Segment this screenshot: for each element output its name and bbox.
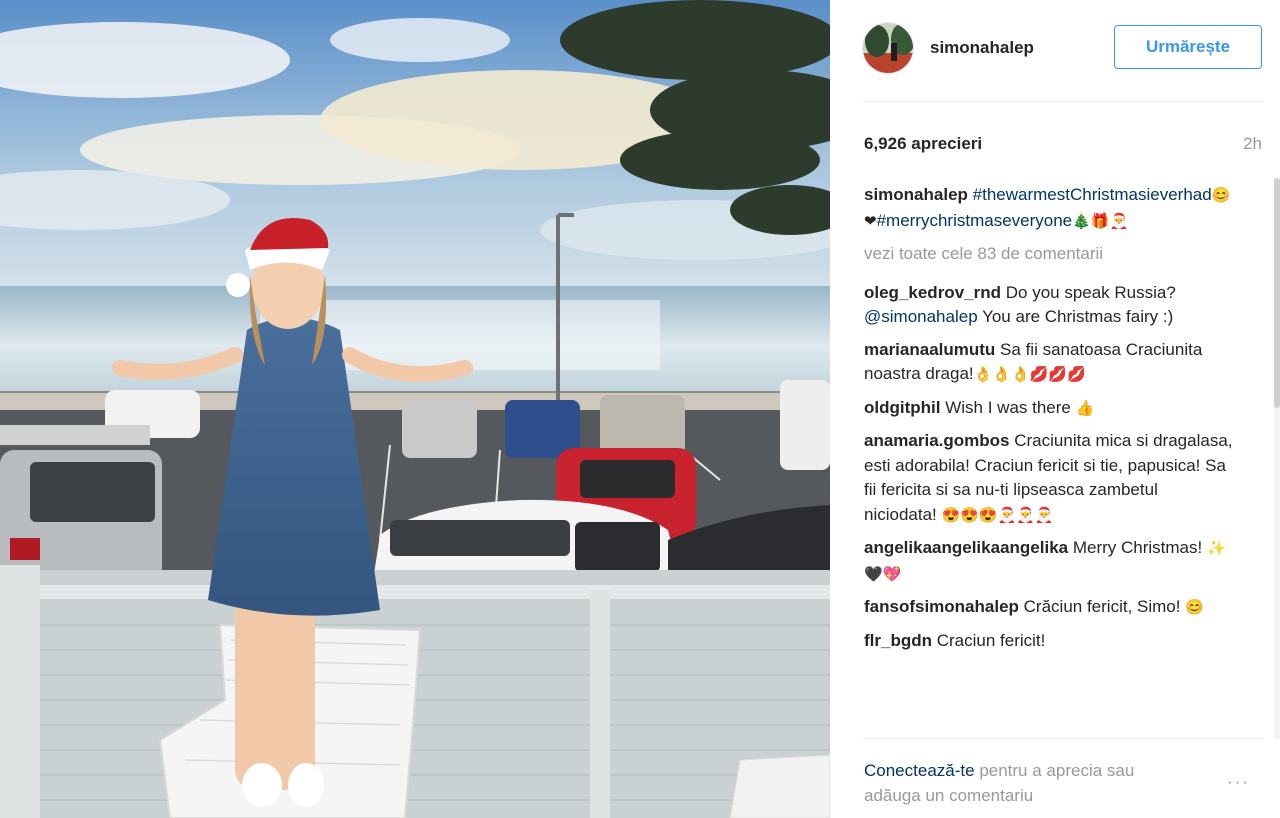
post-photo[interactable]: [0, 0, 830, 818]
comments-scrollbar-thumb[interactable]: [1274, 178, 1280, 408]
comment-text: Craciun fericit!: [936, 630, 1046, 650]
post-header: simonahalep Urmărește: [830, 0, 1280, 100]
comment-item: flr_bgdn Craciun fericit!: [864, 629, 1234, 654]
comment-username[interactable]: oldgitphil: [864, 398, 940, 417]
login-prompt: Conectează-te pentru a aprecia sau adăug…: [864, 758, 1194, 808]
post-photo-image: [0, 0, 830, 818]
caption-hashtag-2[interactable]: #merrychristmaseveryone: [877, 211, 1073, 230]
comment-emoji: 😍😍😍🎅🎅🎅: [941, 506, 1054, 524]
comment-emoji: 😊: [1185, 599, 1204, 616]
comment-text-2: You are Christmas fairy :): [982, 307, 1174, 326]
avatar-image: [863, 23, 913, 73]
comment-text: Wish I was there: [945, 397, 1071, 417]
caption-emoji-2: 🎄🎁🎅: [1072, 212, 1129, 230]
comment-text: Crăciun fericit, Simo!: [1023, 597, 1181, 616]
comment-item: fansofsimonahalep Crăciun fericit, Simo!…: [864, 595, 1234, 621]
comment-username[interactable]: oleg_kedrov_rnd: [864, 283, 1001, 302]
comment-username[interactable]: flr_bgdn: [864, 631, 932, 650]
header-divider: [863, 101, 1263, 102]
comment-item: anamaria.gombos Craciunita mica si draga…: [864, 429, 1234, 528]
comment-item: oleg_kedrov_rnd Do you speak Russia? @si…: [864, 281, 1234, 330]
post-username[interactable]: simonahalep: [930, 38, 1034, 58]
post-side-panel: simonahalep Urmărește 6,926 aprecieri 2h…: [830, 0, 1280, 818]
comment-username[interactable]: anamaria.gombos: [864, 431, 1010, 450]
more-options-icon[interactable]: ···: [1227, 772, 1250, 792]
post-time[interactable]: 2h: [1243, 134, 1262, 154]
comment-emoji: 👌👌👌💋💋💋: [973, 366, 1086, 383]
login-link[interactable]: Conectează-te: [864, 761, 975, 780]
caption-hashtag[interactable]: #thewarmestChristmasieverhad: [973, 185, 1212, 204]
comment-text: Merry Christmas!: [1072, 538, 1203, 557]
comment-username[interactable]: fansofsimonahalep: [864, 597, 1019, 616]
comment-username[interactable]: angelikaangelikaangelika: [864, 538, 1068, 557]
footer-divider: [863, 738, 1263, 739]
comment-username[interactable]: marianaalumutu: [864, 340, 995, 359]
view-all-comments-link[interactable]: vezi toate cele 83 de comentarii: [864, 242, 1234, 267]
comment-emoji: 👍: [1075, 399, 1095, 417]
caption: simonahalep #thewarmestChristmasieverhad…: [864, 183, 1234, 234]
avatar[interactable]: [862, 22, 914, 74]
comment-item: oldgitphil Wish I was there 👍: [864, 396, 1234, 422]
likes-count[interactable]: 6,926 aprecieri: [864, 134, 982, 154]
comment-item: marianaalumutu Sa fii sanatoasa Craciuni…: [864, 338, 1234, 388]
caption-username[interactable]: simonahalep: [864, 185, 968, 204]
comment-item: angelikaangelikaangelika Merry Christmas…: [864, 536, 1234, 587]
follow-button[interactable]: Urmărește: [1114, 25, 1262, 69]
comments-list[interactable]: simonahalep #thewarmestChristmasieverhad…: [864, 183, 1234, 735]
comment-text: Do you speak Russia?: [1005, 282, 1176, 302]
comment-mention[interactable]: @simonahalep: [864, 307, 978, 326]
instagram-post-page: simonahalep Urmărește 6,926 aprecieri 2h…: [0, 0, 1280, 818]
